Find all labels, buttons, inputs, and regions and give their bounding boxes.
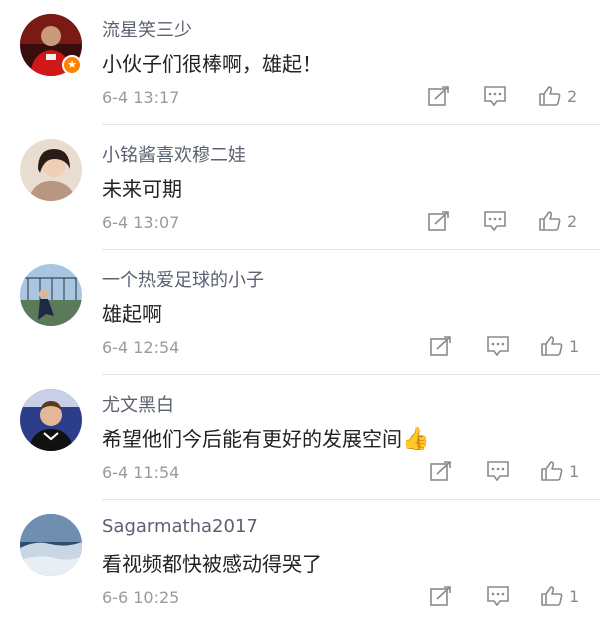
- thumbs-up-emoji: 👍: [402, 427, 430, 452]
- share-button[interactable]: [428, 86, 450, 106]
- username[interactable]: 流星笑三少: [102, 16, 192, 42]
- comment-time: 6-4 13:17: [102, 88, 180, 107]
- share-button[interactable]: [430, 586, 452, 606]
- like-button[interactable]: 2: [539, 211, 577, 231]
- comment-text: 希望他们今后能有更好的发展空间👍: [102, 427, 430, 452]
- like-button[interactable]: 1: [541, 586, 579, 606]
- thumbs-up-icon: [541, 461, 563, 481]
- share-icon: [430, 461, 451, 481]
- username[interactable]: 尤文黑白: [102, 391, 174, 417]
- like-count: 1: [569, 586, 580, 606]
- username[interactable]: 小铭酱喜欢穆二娃: [102, 141, 246, 167]
- reply-button[interactable]: [487, 461, 509, 481]
- thumbs-up-icon: [539, 211, 561, 231]
- comment-item: 一个热爱足球的小子 雄起啊 6-4 12:54 1: [0, 250, 600, 375]
- comment-item: 小铭酱喜欢穆二娃 未来可期 6-4 13:07 2: [0, 125, 600, 250]
- comment-icon: [484, 86, 506, 106]
- comment-icon: [484, 211, 506, 231]
- thumbs-up-icon: [541, 336, 563, 356]
- comment-time: 6-6 10:25: [102, 588, 180, 607]
- share-icon: [430, 586, 451, 606]
- share-icon: [430, 336, 451, 356]
- like-count: 2: [567, 211, 578, 231]
- comment-item: 尤文黑白 希望他们今后能有更好的发展空间👍 6-4 11:54 1: [0, 375, 600, 500]
- verified-badge-icon: ★: [62, 55, 82, 75]
- comment-text: 看视频都快被感动得哭了: [102, 552, 322, 576]
- share-button[interactable]: [430, 336, 452, 356]
- comment-time: 6-4 13:07: [102, 213, 180, 232]
- username[interactable]: 一个热爱足球的小子: [102, 266, 264, 292]
- reply-button[interactable]: [484, 86, 506, 106]
- like-count: 2: [567, 86, 578, 106]
- share-button[interactable]: [428, 211, 450, 231]
- thumbs-up-icon: [541, 586, 563, 606]
- comment-icon: [487, 461, 509, 481]
- comment-text: 雄起啊: [102, 302, 162, 326]
- like-button[interactable]: 1: [541, 336, 579, 356]
- comment-time: 6-4 12:54: [102, 338, 180, 357]
- comment-icon: [487, 586, 509, 606]
- comment-text: 未来可期: [102, 177, 182, 201]
- avatar[interactable]: [20, 264, 82, 326]
- thumbs-up-icon: [539, 86, 561, 106]
- reply-button[interactable]: [487, 586, 509, 606]
- like-count: 1: [569, 336, 580, 356]
- comment-item: Sagarmatha2017 看视频都快被感动得哭了 6-6 10:25 1: [0, 500, 600, 625]
- comment-item: ★ 流星笑三少 小伙子们很棒啊，雄起！ 6-4 13:17 2: [0, 0, 600, 125]
- like-button[interactable]: 1: [541, 461, 579, 481]
- comment-time: 6-4 11:54: [102, 463, 180, 482]
- comment-text: 小伙子们很棒啊，雄起！: [102, 52, 322, 76]
- share-button[interactable]: [430, 461, 452, 481]
- reply-button[interactable]: [487, 336, 509, 356]
- comment-icon: [487, 336, 509, 356]
- avatar[interactable]: [20, 514, 82, 576]
- reply-button[interactable]: [484, 211, 506, 231]
- share-icon: [428, 211, 449, 231]
- avatar[interactable]: [20, 389, 82, 451]
- avatar[interactable]: [20, 139, 82, 201]
- like-count: 1: [569, 461, 580, 481]
- username[interactable]: Sagarmatha2017: [102, 516, 258, 537]
- like-button[interactable]: 2: [539, 86, 577, 106]
- share-icon: [428, 86, 449, 106]
